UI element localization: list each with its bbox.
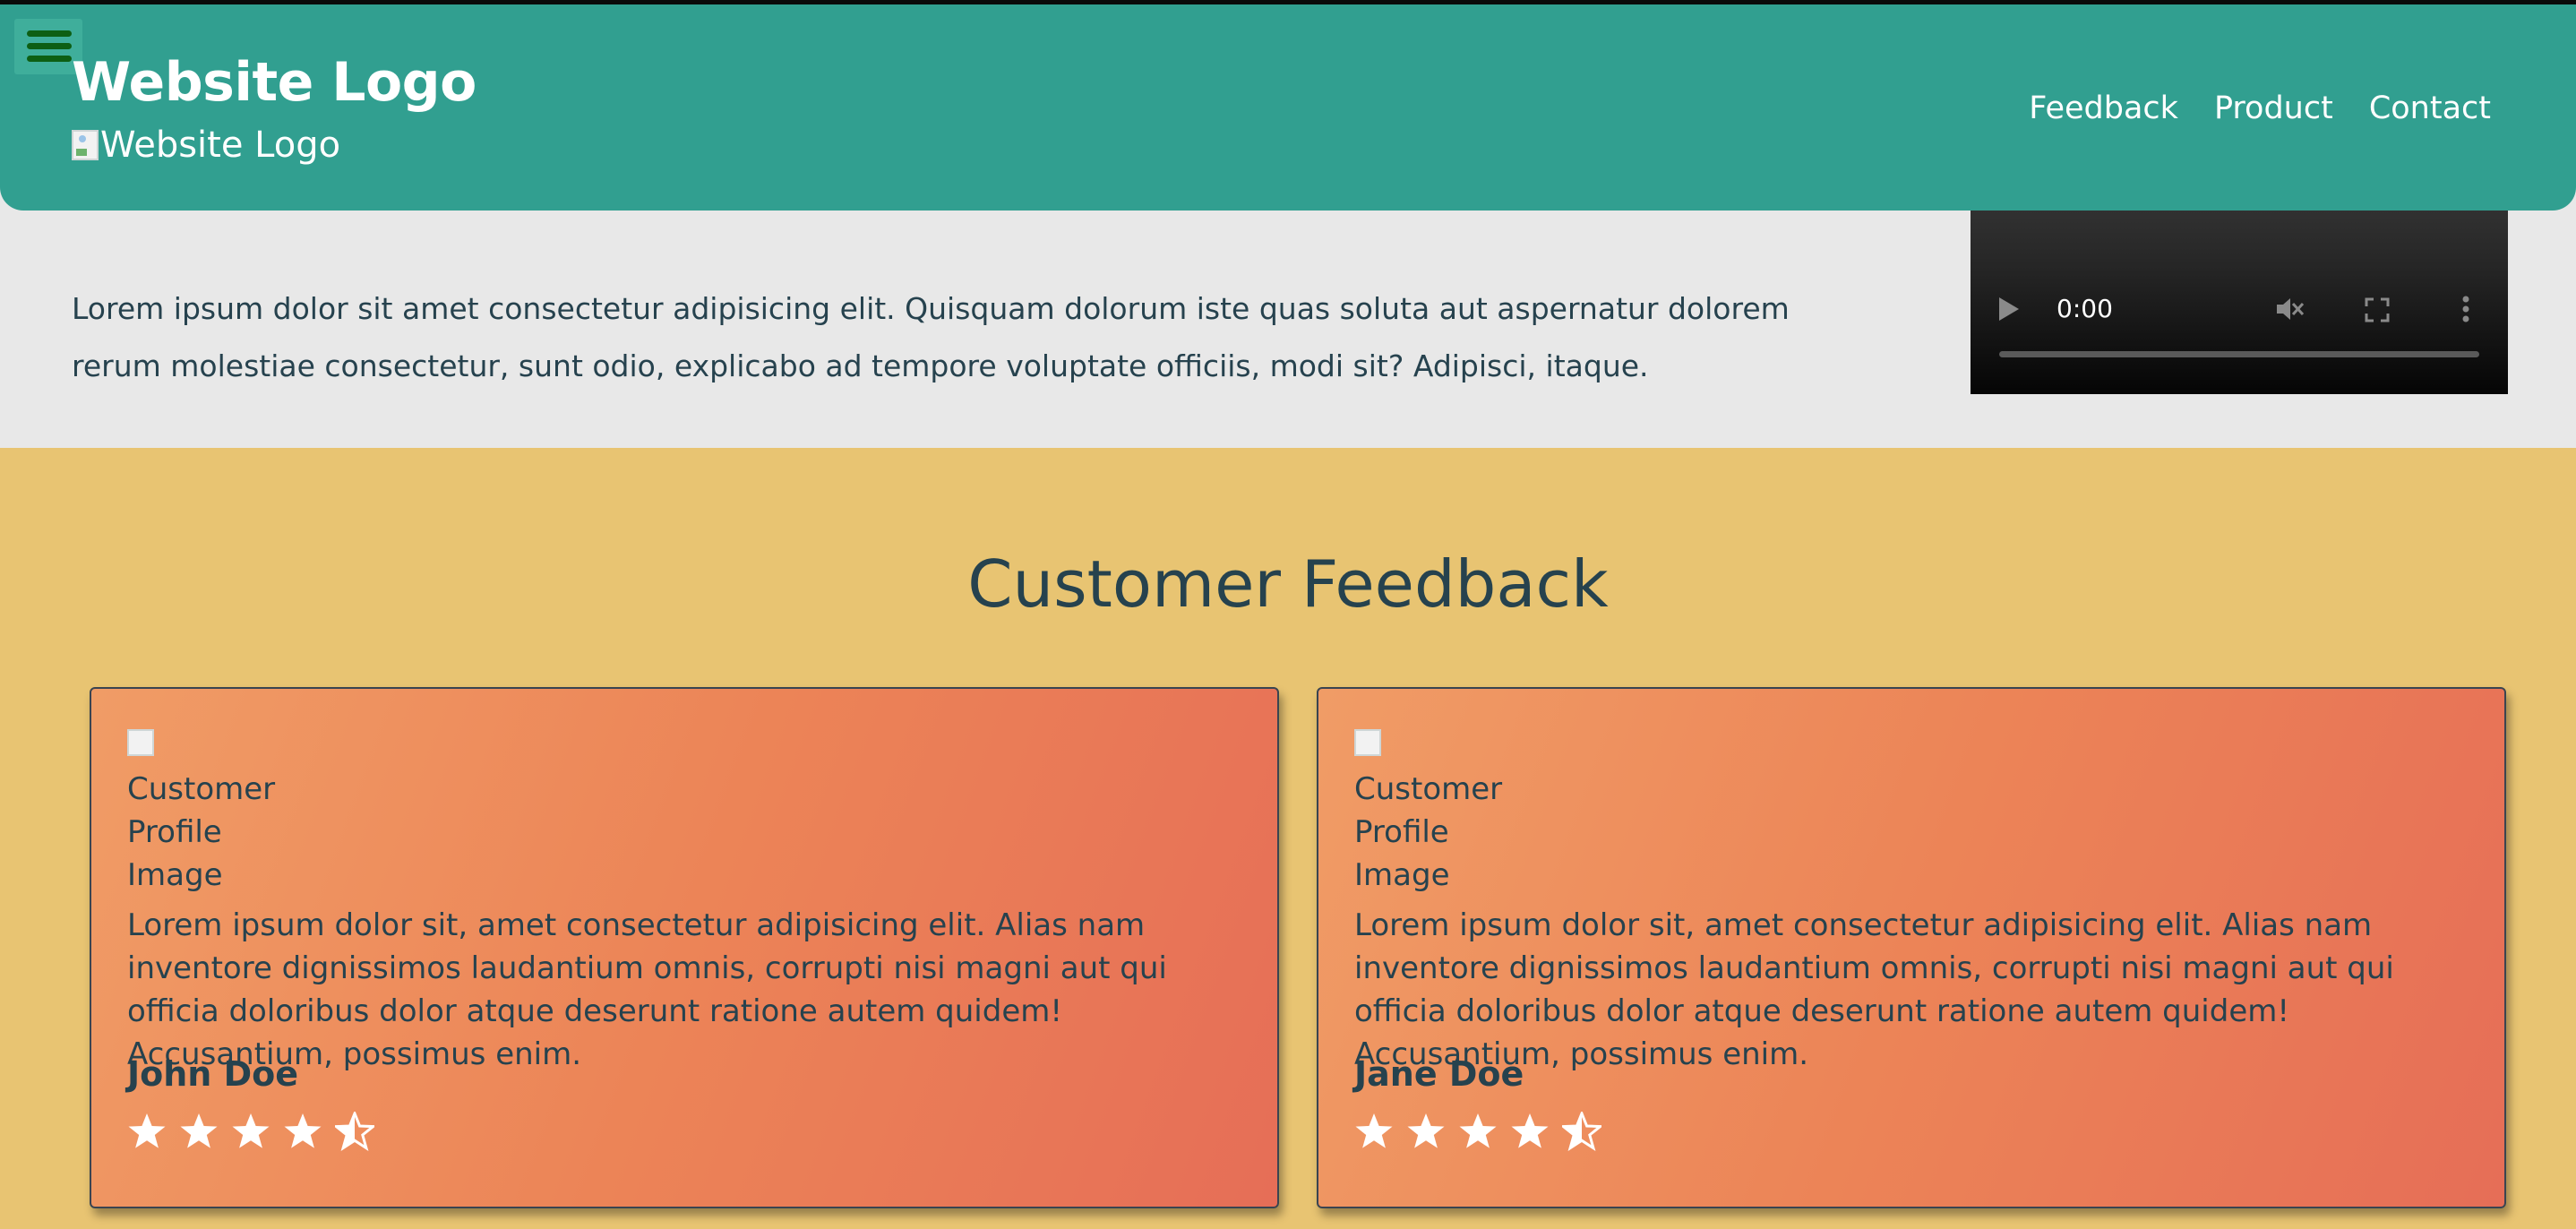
- logo-image[interactable]: Website Logo: [72, 125, 341, 166]
- customer-name: Jane Doe: [1354, 1054, 1524, 1094]
- broken-image-icon: [1354, 729, 1381, 756]
- half-star-icon: [1562, 1112, 1601, 1151]
- half-star-icon: [335, 1112, 374, 1151]
- customer-profile-image: Customer Profile Image: [127, 725, 306, 897]
- star-icon: [232, 1113, 270, 1148]
- star-icon: [1355, 1113, 1393, 1148]
- video-time: 0:00: [2057, 294, 2113, 323]
- about-text: Lorem ipsum dolor sit amet consectetur a…: [72, 291, 1790, 383]
- more-options-icon[interactable]: [2461, 296, 2470, 322]
- feedback-section: Customer Feedback Customer Profile Image…: [0, 448, 2576, 1229]
- feedback-card: Customer Profile Image Lorem ipsum dolor…: [1317, 687, 2506, 1208]
- fullscreen-icon[interactable]: [2365, 297, 2390, 322]
- video-progress-bar[interactable]: [1999, 351, 2479, 357]
- star-icon: [128, 1113, 166, 1148]
- feedback-text: Lorem ipsum dolor sit, amet consectetur …: [127, 907, 1167, 1072]
- star-icon: [1407, 1113, 1445, 1148]
- star-icon: [1459, 1113, 1497, 1148]
- customer-profile-image: Customer Profile Image: [1354, 725, 1533, 897]
- nav-contact[interactable]: Contact: [2369, 90, 2491, 126]
- logo-image-alt: Website Logo: [100, 125, 341, 166]
- play-icon[interactable]: [1997, 296, 2021, 322]
- logo-text[interactable]: Website Logo: [72, 51, 477, 114]
- feedback-text: Lorem ipsum dolor sit, amet consectetur …: [1354, 907, 2394, 1072]
- mute-icon[interactable]: [2275, 296, 2306, 322]
- star-rating: [1354, 1112, 1601, 1151]
- nav-feedback[interactable]: Feedback: [2029, 90, 2178, 126]
- main-nav: Feedback Product Contact: [2029, 90, 2491, 126]
- feedback-card: Customer Profile Image Lorem ipsum dolor…: [90, 687, 1279, 1208]
- star-icon: [284, 1113, 322, 1148]
- site-header: Website Logo Website Logo Feedback Produ…: [0, 4, 2576, 211]
- star-icon: [180, 1113, 218, 1148]
- profile-image-alt: Customer Profile Image: [1354, 771, 1503, 893]
- star-rating: [127, 1112, 374, 1151]
- customer-name: John Doe: [127, 1054, 299, 1094]
- broken-image-icon: [72, 130, 99, 160]
- star-icon: [1511, 1113, 1549, 1148]
- feedback-title: Customer Feedback: [967, 546, 1609, 622]
- broken-image-icon: [127, 729, 154, 756]
- nav-product[interactable]: Product: [2214, 90, 2333, 126]
- profile-image-alt: Customer Profile Image: [127, 771, 276, 893]
